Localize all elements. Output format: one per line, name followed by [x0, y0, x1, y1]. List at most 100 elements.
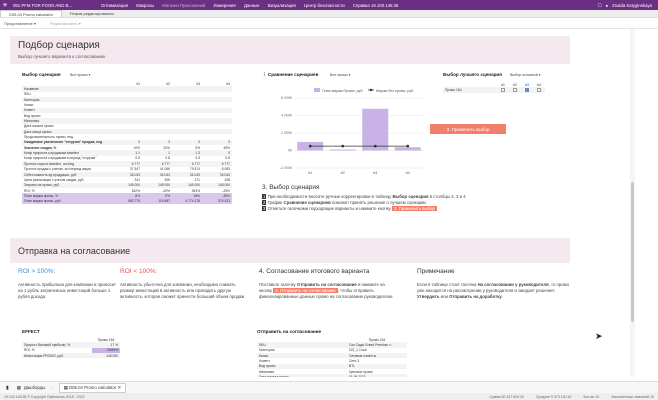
bottom-tab-label: D05.04 Promo calculator [69, 384, 117, 390]
step-3-text: Отметьте галочками подходящие варианты и… [267, 206, 392, 211]
chart-label: ⋮ Сравнение сценариев [262, 72, 318, 78]
table-cell[interactable]: 374 423 [202, 199, 232, 204]
send-row-value: 01.09.2023 [347, 374, 407, 377]
step-2-text: График [267, 200, 284, 205]
effect-grid: Промо 164 Прирост Валовой прибыли, % 17 %… [22, 337, 120, 359]
steps-title: 3. Выбор сценария [262, 184, 320, 191]
approval-bold: Отправить на согласование [296, 282, 357, 287]
note-title: Примечание [417, 268, 455, 275]
section-title: Отправка на согласование [18, 246, 131, 256]
notifications-icon[interactable]: ▢ [597, 2, 601, 8]
user-icon[interactable]: ● [606, 3, 609, 8]
dashboards-icon: ▦ [16, 384, 21, 390]
scenario-checkbox[interactable] [525, 88, 529, 93]
table-row: План маржа промо, руб. 982 775 119 687 4 77… [22, 198, 232, 204]
tab-promo-calculator[interactable]: D05.04 Promo calculator [0, 10, 63, 17]
menu-item-help[interactable]: Справка 19.100.148.35 [353, 3, 399, 8]
table-cell[interactable]: 119 687 [142, 199, 172, 204]
dashboards-link[interactable]: Дашборды [24, 385, 45, 390]
bookmark-icon[interactable]: ▮ [6, 385, 9, 391]
chart-line-point [341, 144, 345, 148]
y-tick-label: 4 000K [281, 114, 292, 118]
row-label: Ожидаемое увеличение "отгрузки" продаж, … [24, 140, 103, 145]
best-scenario-table: #1 #2 #3 #4 Промо 164 [443, 82, 545, 93]
user-name[interactable]: Znaida Katyginskaya [612, 3, 652, 8]
apply-choice-button[interactable]: 3. Применить выбор [430, 124, 506, 134]
note-text: Если в таблице стоит галочка На согласов… [417, 282, 572, 300]
y-tick-label: 6 000K [281, 96, 292, 100]
step-3-button-ref: 3. Применить выбор [391, 206, 437, 211]
best-scenario-label: Выбор лучшего сценария [443, 72, 502, 77]
step-1-tail: в столбцы 2, 3 и 4 [428, 194, 466, 199]
bottom-bar: ▮ ▦ Дашборды › ▦ D05.04 Promo calculator… [0, 381, 658, 393]
scenario-table: #1 #2 #3 #4 Название SKU Категория Канал Кли… [22, 81, 232, 204]
chart-bar [394, 147, 421, 151]
chart-line-point [373, 144, 377, 148]
section-title: Подбор сценария [18, 40, 100, 51]
note-text-4: . [501, 294, 503, 299]
scenario-checkbox[interactable] [501, 88, 505, 93]
scrollbar-thumb[interactable] [631, 182, 634, 322]
row-label: Промо 164 [445, 88, 462, 93]
chart-bar [362, 108, 389, 151]
approval-block: 4. Согласование итогового варианта Поста… [259, 268, 399, 300]
menu-item-macros[interactable]: Макросы [136, 3, 154, 8]
menu-item-app-store[interactable]: Магазин Приложений [162, 3, 205, 8]
scenario-checkbox[interactable] [537, 88, 541, 93]
send-grid: Промо 164 SKU Сок Сады Greed Premium т...… [257, 337, 407, 377]
scenario-filter-value: Все промо [70, 73, 88, 77]
chart-filter-dropdown[interactable]: Все промо ▾ [330, 73, 350, 77]
menu-item-visualization[interactable]: Визуализация [268, 3, 296, 8]
step-2-bold: Сравнение сценариев [283, 200, 331, 205]
app-logo-icon[interactable]: ✳ [0, 0, 10, 10]
menu-item-security[interactable]: Центр безопасности [304, 3, 345, 8]
note-bold-2: Утвердить [417, 294, 440, 299]
section-header-approval: Отправка на согласование [10, 238, 570, 263]
step-3: 3 Отметьте галочками подходящие варианты… [262, 206, 437, 211]
dashboard-content: Подбор сценария Выбор лучшего варианта к… [0, 29, 628, 377]
y-tick-label: -2 000K [280, 166, 293, 170]
table-cell[interactable]: 4 774 178 [172, 199, 202, 204]
note-text-3: или [439, 294, 450, 299]
view-toolbar: Представление ▾ Редактировать ▾ [0, 18, 658, 29]
roi-positive-title: ROI > 100%: [18, 268, 56, 275]
note-text-1: Если в таблице стоит галочка [417, 282, 478, 287]
effect-label: EFFECT [22, 329, 40, 334]
chart-label-text: Сравнение сценариев [267, 72, 319, 77]
best-scenario-dropdown[interactable]: Выбор основной ▾ [510, 73, 541, 77]
legend-marker [369, 88, 373, 92]
roi-positive-text: Активность прибыльна для компании и прин… [18, 282, 117, 299]
table-cell: 982 775 [128, 199, 140, 204]
edit-dropdown[interactable]: Редактировать ▾ [50, 21, 81, 26]
close-icon[interactable]: ✕ [118, 385, 122, 390]
effect-row-label: Инвестиции PROMO, руб. [24, 353, 64, 358]
send-table: Промо 164 SKU Сок Сады Greed Premium т...… [257, 337, 407, 377]
section-header-scenario: Подбор сценария Выбор лучшего варианта к… [10, 36, 570, 64]
status-sum: Сумма 30 437 604.33 [489, 394, 524, 399]
mouse-cursor-icon: ➤ [595, 331, 603, 341]
roi-negative-title: ROI < 100%: [120, 268, 158, 275]
menu-item-optimization[interactable]: Оптимизация [101, 3, 128, 8]
best-scenario-value: Выбор основной [510, 73, 538, 77]
y-tick-label: 0K [288, 149, 293, 153]
document-tabs: D05.04 Promo calculator Режим редактиров… [0, 10, 658, 18]
status-avg: Среднее 5 073 100.42 [535, 394, 572, 399]
note-block: Примечание Если в таблице стоит галочка … [417, 268, 572, 300]
status-filled: Заполненных значений 10 [611, 394, 654, 399]
table-row: Дата начала промо01.09.2023 [257, 374, 407, 377]
app-topbar: ✳ 051 PFM FOR FOOD AND B... Оптимизация … [0, 0, 658, 10]
bottom-tab-promo-calculator[interactable]: ▦ D05.04 Promo calculator ✕ [58, 382, 127, 393]
roi-negative-block: ROI < 100%: Активность убыточна для комп… [120, 268, 250, 300]
menu-item-dimensions[interactable]: Измерения [213, 3, 235, 8]
scenario-filter-dropdown[interactable]: Все промо ▾ [70, 73, 90, 77]
drag-handle-icon[interactable]: ⋮ [262, 72, 267, 77]
menu-item-data[interactable]: Данные [244, 3, 260, 8]
view-dropdown[interactable]: Представление ▾ [4, 21, 36, 26]
y-tick-label: 2 000K [281, 131, 292, 135]
chart-line-point [308, 144, 312, 148]
tab-edit-mode[interactable]: Режим редактирования [62, 10, 122, 17]
roi-positive-block: ROI > 100%: Активность прибыльна для ком… [18, 268, 118, 300]
scenario-table-label: Выбор сценария [22, 72, 61, 77]
main-menu: Оптимизация Макросы Магазин Приложений И… [101, 3, 405, 8]
scenario-checkbox[interactable] [513, 88, 517, 93]
